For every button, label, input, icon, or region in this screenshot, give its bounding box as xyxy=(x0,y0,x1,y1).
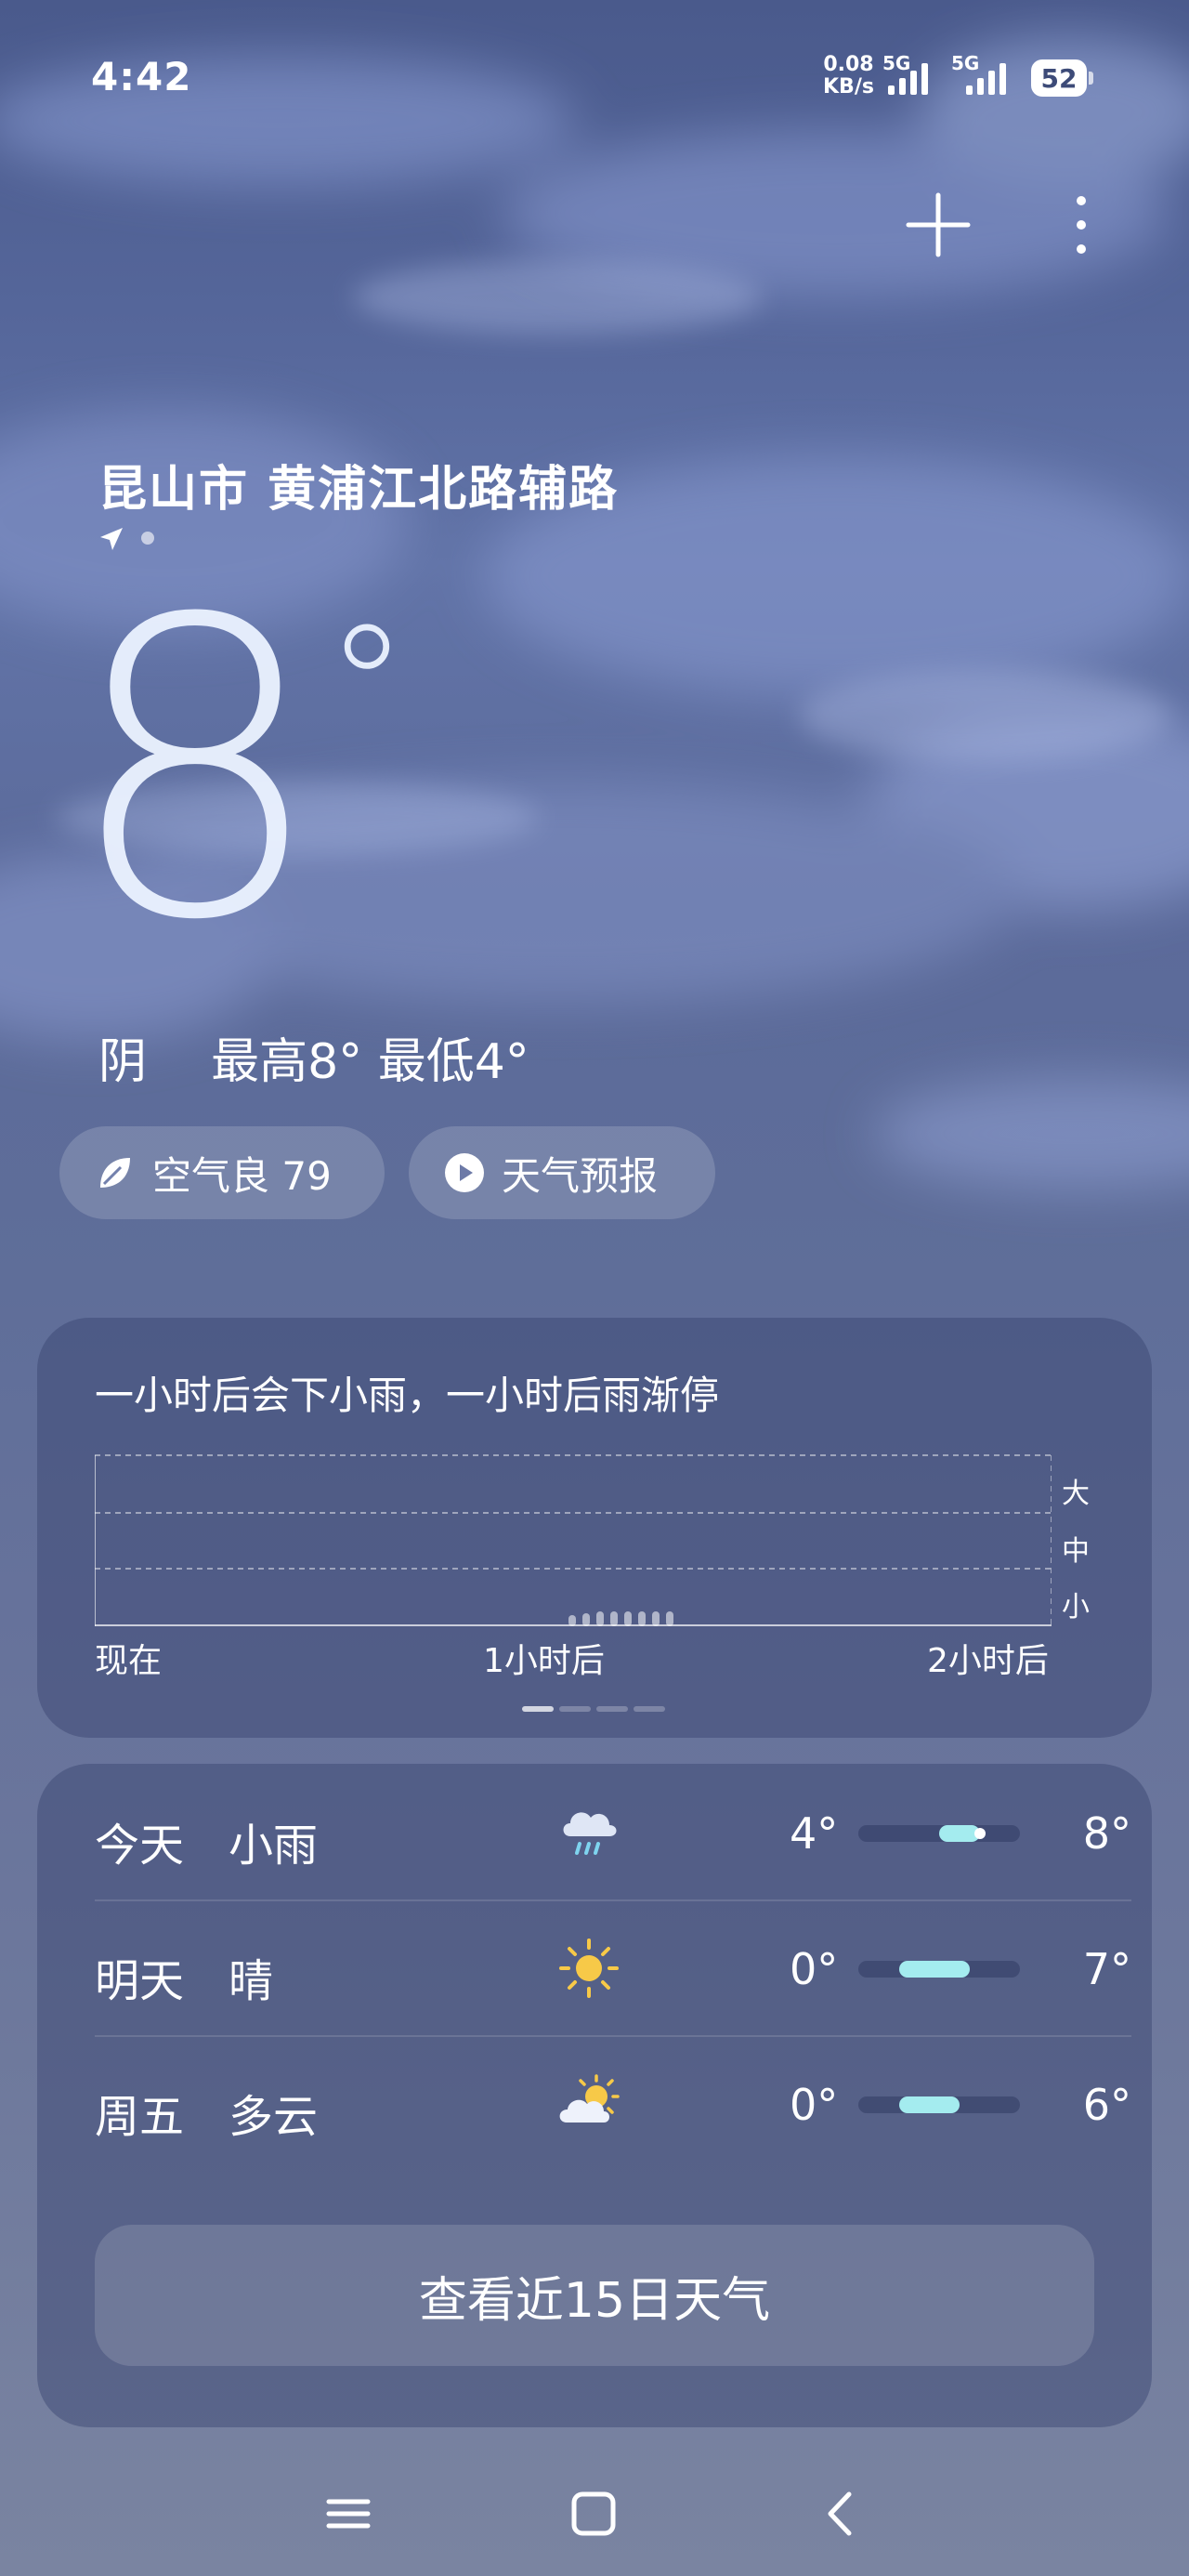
day-high-temp: 7° xyxy=(1082,1944,1131,1994)
high-low-text: 最高8° 最低4° xyxy=(211,1034,529,1090)
menu-icon[interactable] xyxy=(316,2481,381,2546)
leaf-icon xyxy=(100,1158,130,1188)
daily-forecast-card: 今天 小雨 4° 8° 明天 晴 0° 7° 周五 多云 0° 6° 查看近15… xyxy=(37,1764,1152,2427)
air-quality-chip[interactable]: 空气良 79 xyxy=(59,1126,385,1219)
card-page-indicator xyxy=(559,1706,591,1712)
play-icon xyxy=(445,1153,484,1192)
weather-forecast-text: 天气预报 xyxy=(502,1152,659,1199)
card-page-indicator xyxy=(634,1706,665,1712)
current-temperature: 8° xyxy=(65,567,409,976)
condition-text: 阴 xyxy=(98,1034,148,1090)
temp-range-fill xyxy=(898,2096,960,2113)
current-condition: 阴 最高8° 最低4° xyxy=(98,1022,529,1092)
day-low-temp: 4° xyxy=(790,1808,839,1859)
day-condition: 多云 xyxy=(229,2091,319,2143)
degree-symbol: ° xyxy=(324,590,409,784)
card-page-indicator xyxy=(596,1706,628,1712)
network-speed: 0.08 KB/s xyxy=(823,54,874,99)
rain-x-label-2h: 2小时后 xyxy=(927,1642,1049,1680)
day-condition: 小雨 xyxy=(229,1820,319,1872)
day-condition: 晴 xyxy=(229,1955,274,2007)
day-high-temp: 6° xyxy=(1082,2080,1131,2130)
home-icon[interactable] xyxy=(561,2481,626,2546)
daily-row[interactable]: 今天 小雨 4° 8° xyxy=(95,1764,1131,1901)
temp-range-fill xyxy=(939,1825,980,1842)
current-temp-dot xyxy=(973,1828,986,1839)
current-temperature-value: 8 xyxy=(65,533,325,1009)
day-name: 明天 xyxy=(95,1955,185,2007)
temp-range-fill xyxy=(898,1961,970,1978)
day-name: 周五 xyxy=(95,2091,185,2143)
battery-icon: 52 xyxy=(1031,59,1093,97)
add-city-button[interactable] xyxy=(903,190,973,260)
day-low-temp: 0° xyxy=(790,1944,839,1994)
status-bar: 4:42 0.08 KB/s 5G 5G 52 xyxy=(0,0,1189,158)
day-name: 今天 xyxy=(95,1820,185,1872)
partly-cloudy-icon xyxy=(559,2074,620,2123)
status-time: 4:42 xyxy=(91,54,192,99)
card-page-indicator-active xyxy=(522,1706,554,1712)
temp-range-bar xyxy=(858,1825,1020,1842)
rain-level-heavy: 大 xyxy=(1062,1478,1090,1510)
rain-forecast-title: 一小时后会下小雨，一小时后雨渐停 xyxy=(95,1373,720,1418)
temp-range-bar xyxy=(858,2096,1020,2113)
day-low-temp: 0° xyxy=(790,2080,839,2130)
battery-level: 52 xyxy=(1040,62,1078,94)
weather-forecast-chip[interactable]: 天气预报 xyxy=(409,1126,715,1219)
temp-range-bar xyxy=(858,1961,1020,1978)
navigation-bar xyxy=(0,2453,1189,2565)
daily-row[interactable]: 明天 晴 0° 7° xyxy=(95,1899,1131,2037)
back-icon[interactable] xyxy=(808,2481,873,2546)
rain-x-label-1h: 1小时后 xyxy=(483,1642,605,1680)
view-15-day-button[interactable]: 查看近15日天气 xyxy=(95,2225,1094,2366)
signal-icon xyxy=(966,58,1006,95)
rain-chart xyxy=(95,1454,1052,1626)
network-speed-unit: KB/s xyxy=(823,75,874,99)
rain-level-medium: 中 xyxy=(1062,1535,1090,1568)
rain-forecast-card[interactable]: 一小时后会下小雨，一小时后雨渐停 大 中 小 现在 1小时后 2小时后 xyxy=(37,1318,1152,1738)
air-quality-text: 空气良 79 xyxy=(152,1152,332,1199)
more-menu-button[interactable] xyxy=(1063,190,1100,260)
rain-level-light: 小 xyxy=(1062,1591,1090,1623)
daily-row[interactable]: 周五 多云 0° 6° xyxy=(95,2035,1131,2171)
network-speed-value: 0.08 xyxy=(823,53,874,76)
rain-x-label-now: 现在 xyxy=(95,1642,163,1680)
signal-icon xyxy=(888,58,928,95)
location-name[interactable]: 昆山市 黄浦江北路辅路 xyxy=(98,450,619,519)
sunny-icon xyxy=(559,1939,619,1998)
day-high-temp: 8° xyxy=(1082,1808,1131,1859)
light-rain-icon xyxy=(563,1812,617,1855)
